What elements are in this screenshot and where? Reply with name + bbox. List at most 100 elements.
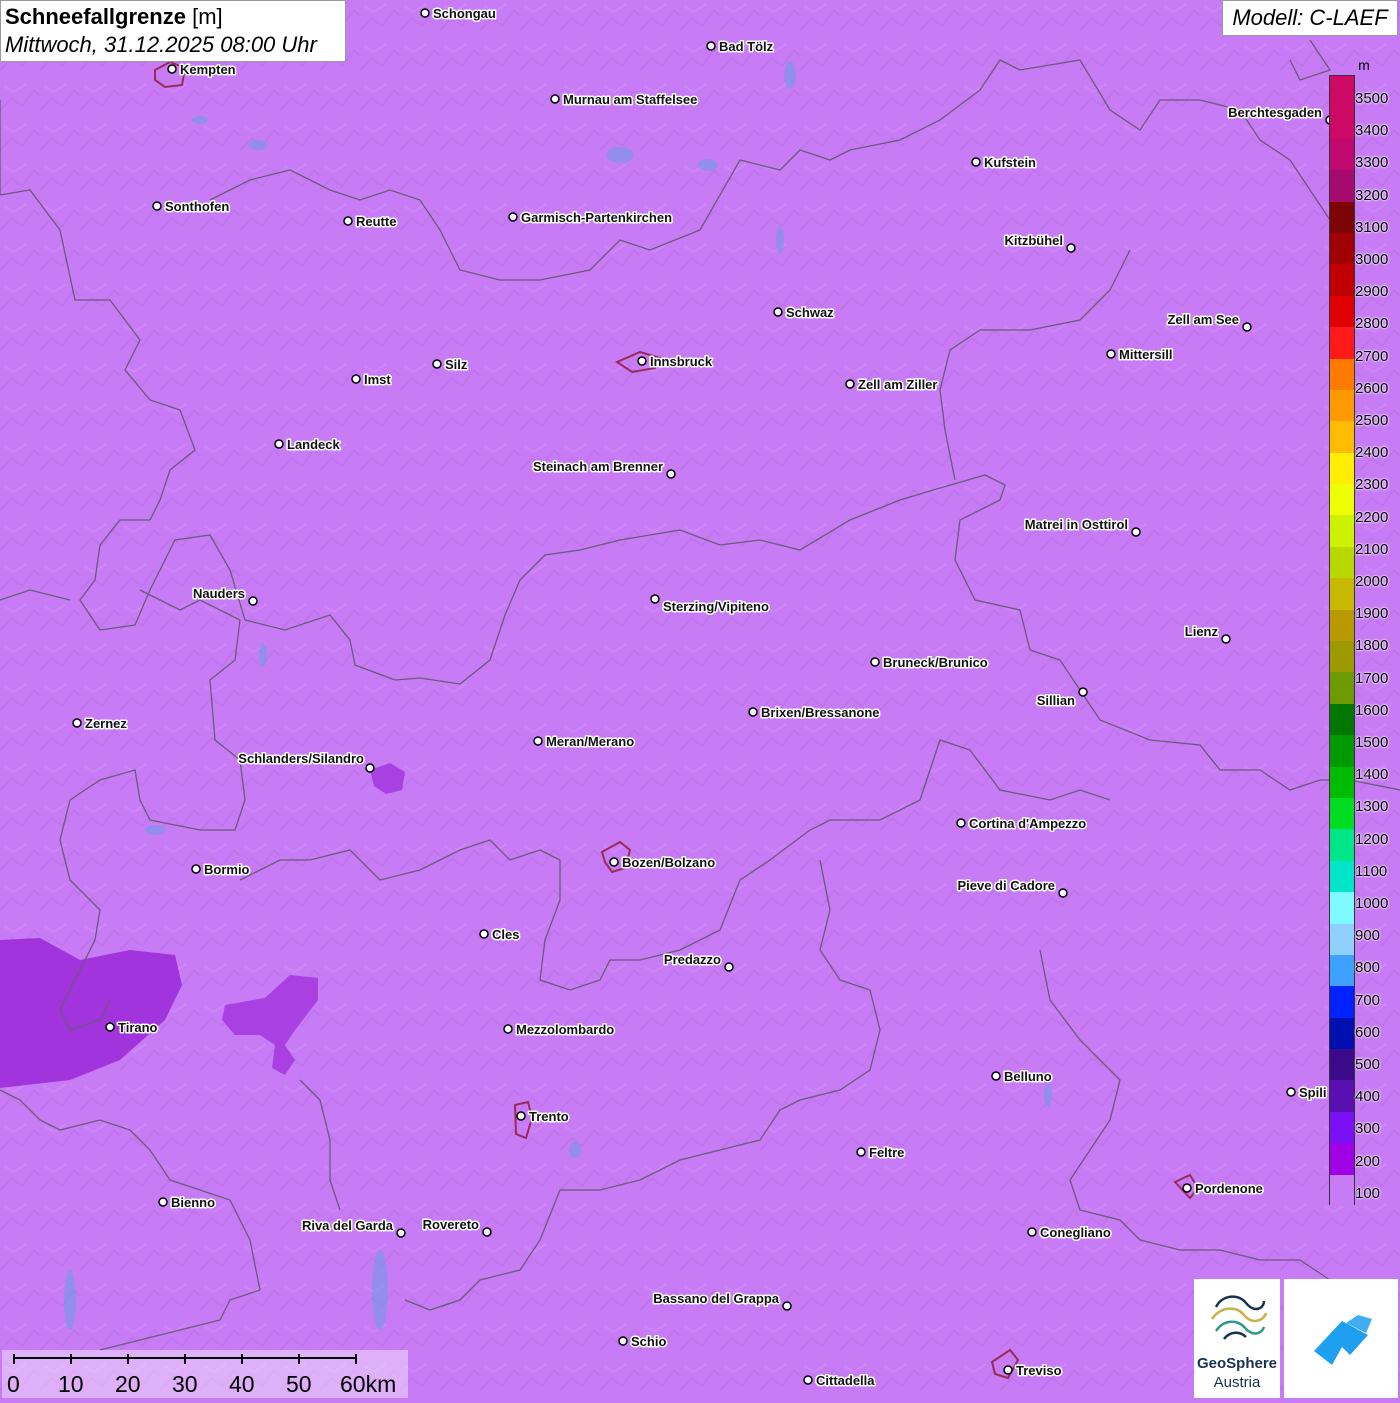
city-dot-icon — [191, 864, 201, 874]
city-label: Bad Tölz — [719, 39, 774, 54]
legend-tick-label: 1600 — [1355, 701, 1389, 719]
legend-tick-label: 2000 — [1355, 573, 1389, 590]
city-dot-icon — [274, 439, 284, 449]
city-marker[interactable]: Pordenone — [1182, 1180, 1264, 1198]
legend-color-step — [1330, 766, 1354, 799]
city-marker[interactable]: Innsbruck — [637, 353, 714, 371]
city-marker[interactable]: Zell am Ziller — [845, 376, 939, 394]
city-label: Zell am Ziller — [858, 377, 937, 392]
city-label: Schio — [631, 1334, 666, 1349]
scale-label: 50 — [286, 1371, 312, 1397]
city-dot-icon — [533, 736, 543, 746]
city-dot-icon — [971, 157, 981, 167]
city-dot-icon — [1106, 349, 1116, 359]
legend-tick-label: 2700 — [1355, 347, 1389, 365]
legend-tick-label: 2400 — [1355, 444, 1389, 462]
city-label: Tirano — [118, 1020, 158, 1035]
legend-color-step — [1330, 641, 1354, 673]
legend-tick-label: 3500 — [1355, 90, 1389, 107]
legend-tick-label: 3100 — [1355, 218, 1389, 236]
legend-tick-label: 2300 — [1355, 476, 1389, 494]
legend-color-step — [1330, 327, 1354, 359]
legend-tick-label: 1700 — [1355, 669, 1389, 687]
city-label: Zell am See — [1167, 312, 1239, 327]
map-title: Schneefallgrenze — [5, 4, 186, 29]
city-label: Landeck — [287, 437, 341, 452]
city-label: Belluno — [1004, 1069, 1052, 1084]
legend-color-step — [1330, 170, 1354, 203]
legend-color-step — [1330, 264, 1354, 297]
city-marker[interactable]: Sonthofen — [152, 198, 231, 216]
city-label: Riva del Garda — [302, 1218, 394, 1233]
city-label: Reutte — [356, 214, 396, 229]
city-label: Rovereto — [423, 1217, 479, 1232]
city-dot-icon — [1027, 1227, 1037, 1237]
city-label: Kempten — [180, 62, 236, 77]
legend-tick-label: 2600 — [1355, 379, 1389, 397]
city-marker[interactable]: Murnau am Staffelsee — [550, 91, 699, 109]
city-marker[interactable]: Bozen/Bolzano — [609, 854, 717, 872]
city-label: Sonthofen — [165, 199, 229, 214]
city-label: Schwaz — [786, 305, 834, 320]
city-dot-icon — [1221, 634, 1231, 644]
legend-color-step — [1330, 578, 1354, 611]
legend-tick-label: 3400 — [1355, 122, 1389, 140]
city-dot-icon — [1058, 888, 1068, 898]
legend-color-step — [1330, 452, 1354, 485]
legend-tick-label: 1800 — [1355, 637, 1389, 655]
legend-color-step — [1330, 703, 1354, 736]
city-dot-icon — [991, 1071, 1001, 1081]
legend-tick-label: 1200 — [1355, 830, 1389, 848]
city-label: Mezzolombardo — [516, 1022, 614, 1037]
city-dot-icon — [72, 718, 82, 728]
city-marker[interactable]: Conegliano — [1027, 1224, 1112, 1242]
city-label: Zernez — [85, 716, 127, 731]
city-marker[interactable]: Schongau — [420, 5, 497, 23]
legend-tick-label: 2200 — [1355, 508, 1389, 526]
legend-color-step — [1330, 484, 1354, 516]
city-label: Conegliano — [1040, 1225, 1111, 1240]
legend-color-step — [1330, 1080, 1354, 1113]
color-legend-bar — [1329, 75, 1355, 1207]
city-dot-icon — [637, 356, 647, 366]
city-dot-icon — [152, 201, 162, 211]
legend-color-step — [1330, 672, 1354, 705]
legend-tick-label: 1900 — [1355, 605, 1389, 623]
snowfall-limit-map[interactable]: Schongau Bad Tölz Kempten Murnau am Staffel… — [0, 0, 1400, 1400]
legend-tick-label: 400 — [1355, 1088, 1381, 1106]
city-label: Meran/Merano — [546, 734, 634, 749]
weather-app-logo[interactable] — [1284, 1279, 1398, 1398]
legend-color-step — [1330, 76, 1354, 108]
geosphere-logo-line2: Austria — [1213, 1374, 1261, 1391]
city-dot-icon — [351, 374, 361, 384]
city-dot-icon — [1182, 1183, 1192, 1193]
city-marker[interactable]: Brixen/Bressanone — [748, 704, 881, 722]
scale-label: 60km — [340, 1371, 397, 1397]
city-dot-icon — [1242, 322, 1252, 332]
city-dot-icon — [550, 94, 560, 104]
legend-color-step — [1330, 421, 1354, 454]
legend-color-step — [1330, 1174, 1354, 1207]
legend-tick-label: 2500 — [1355, 412, 1389, 429]
city-label: Predazzo — [664, 952, 721, 967]
legend-color-step — [1330, 358, 1354, 391]
city-label: Schlanders/Silandro — [238, 751, 364, 766]
city-marker[interactable]: Garmisch-Partenkirchen — [508, 209, 674, 227]
city-marker[interactable]: Cortina d'Ampezzo — [956, 815, 1088, 833]
city-marker[interactable]: Meran/Merano — [533, 733, 636, 751]
city-dot-icon — [650, 594, 660, 604]
city-marker[interactable]: Mezzolombardo — [503, 1021, 616, 1039]
city-label: Nauders — [193, 586, 245, 601]
city-dot-icon — [158, 1197, 168, 1207]
legend-color-step — [1330, 954, 1354, 987]
legend-tick-label: 1500 — [1355, 734, 1389, 751]
city-dot-icon — [856, 1147, 866, 1157]
legend-color-step — [1330, 389, 1354, 422]
city-marker[interactable]: Bruneck/Brunico — [870, 654, 989, 672]
legend-tick-label: 800 — [1355, 959, 1381, 977]
legend-color-step — [1330, 797, 1354, 830]
legend-color-step — [1330, 1017, 1354, 1050]
legend-color-step — [1330, 138, 1354, 171]
legend-color-step — [1330, 201, 1354, 234]
map-title-unit: [m] — [192, 4, 223, 29]
